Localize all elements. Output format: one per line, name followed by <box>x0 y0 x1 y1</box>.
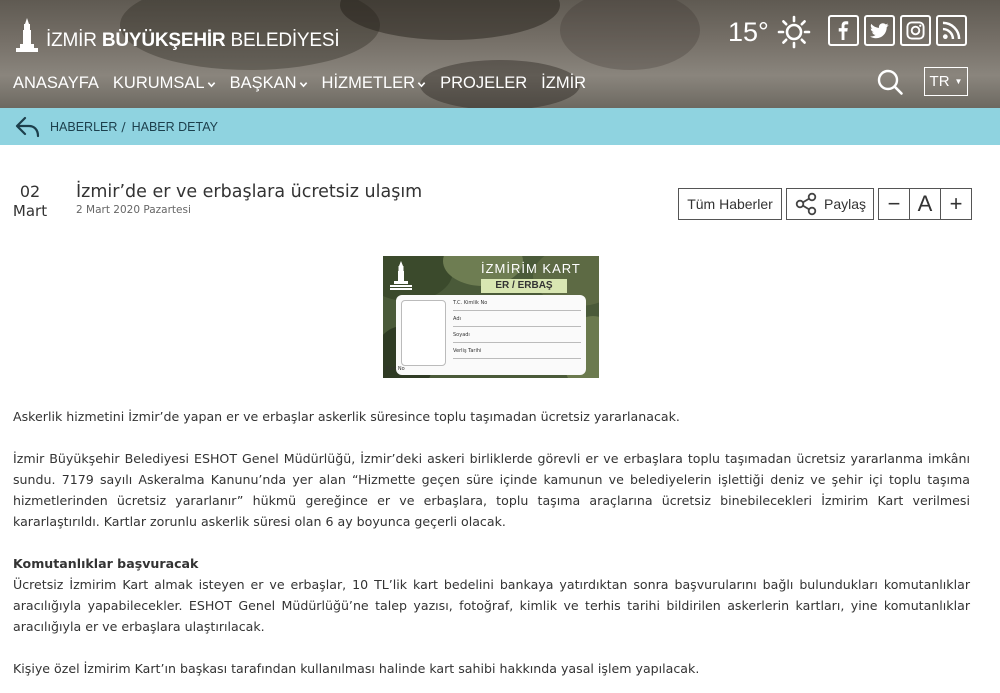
rss-link[interactable] <box>936 15 967 46</box>
twitter-link[interactable] <box>864 15 895 46</box>
sun-icon <box>777 15 811 49</box>
clock-tower-icon <box>390 261 412 290</box>
article-month: Mart <box>12 202 48 220</box>
instagram-icon <box>906 21 925 40</box>
chevron-down-icon <box>207 82 215 88</box>
main-nav: ANASAYFA KURUMSAL BAŞKAN HİZMETLER PROJE… <box>13 74 600 93</box>
breadcrumb-separator: / <box>121 119 126 134</box>
card-brand: İZMİRİM KART <box>481 261 581 276</box>
facebook-link[interactable] <box>828 15 859 46</box>
nav-item-kurumsal[interactable]: KURUMSAL <box>113 74 216 93</box>
chevron-down-icon <box>417 82 426 88</box>
font-decrease-button[interactable]: − <box>878 188 910 220</box>
chevron-down-icon <box>299 82 307 88</box>
card-panel: T.C. Kimlik No Adı Soyadı Verliş Tarihi <box>396 295 586 375</box>
caret-down-icon: ▼ <box>954 77 963 86</box>
nav-item-hizmetler[interactable]: HİZMETLER <box>322 74 427 93</box>
site-header: İZMİR BÜYÜKŞEHİR BELEDİYESİ 15° ANASAYFA… <box>0 0 1000 108</box>
share-button[interactable]: Paylaş <box>786 188 874 220</box>
facebook-icon <box>838 21 849 40</box>
breadcrumb: HABERLER / HABER DETAY <box>0 108 1000 145</box>
article-paragraph: İzmir Büyükşehir Belediyesi ESHOT Genel … <box>13 451 970 529</box>
breadcrumb-item-haberler[interactable]: HABERLER <box>50 120 117 134</box>
language-select[interactable]: TR ▼ <box>924 67 968 96</box>
card-type-banner: ER / ERBAŞ <box>481 279 567 293</box>
article-day: 02 <box>19 182 41 201</box>
all-news-button[interactable]: Tüm Haberler <box>678 188 782 220</box>
card-no-label: Kart No <box>386 366 405 372</box>
search-icon[interactable] <box>876 68 904 96</box>
article-paragraph: Askerlik hizmetini İzmir’de yapan er ve … <box>13 409 680 424</box>
temperature: 15° <box>728 16 769 47</box>
nav-item-anasayfa[interactable]: ANASAYFA <box>13 74 99 93</box>
card-field: Verliş Tarihi <box>453 345 581 359</box>
site-title: İZMİR BÜYÜKŞEHİR BELEDİYESİ <box>46 30 340 51</box>
back-arrow-icon[interactable] <box>15 115 41 139</box>
article-title: İzmir’de er ve erbaşlara ücretsiz ulaşım <box>76 182 423 202</box>
nav-item-projeler[interactable]: PROJELER <box>440 74 527 93</box>
article-paragraph: Kişiye özel İzmirim Kart’ın başkası tara… <box>13 661 700 676</box>
nav-item-izmir[interactable]: İZMİR <box>541 74 586 93</box>
article-paragraph: Ücretsiz İzmirim Kart almak isteyen er v… <box>13 577 970 634</box>
twitter-icon <box>870 23 889 39</box>
breadcrumb-item-current: HABER DETAY <box>131 119 218 134</box>
nav-item-baskan[interactable]: BAŞKAN <box>230 74 308 93</box>
font-reset-button[interactable]: A <box>909 188 941 220</box>
article-subheading: Komutanlıklar başvuracak <box>13 556 199 571</box>
card-field: Adı <box>453 313 581 327</box>
rss-icon <box>942 21 961 40</box>
clock-tower-icon <box>16 18 38 52</box>
share-icon <box>795 192 817 216</box>
font-increase-button[interactable]: + <box>940 188 972 220</box>
article-section: Komutanlıklar başvuracak Ücretsiz İzmiri… <box>13 553 970 637</box>
izmirim-kart-image: İZMİRİM KART ER / ERBAŞ T.C. Kimlik No A… <box>383 256 599 378</box>
share-label: Paylaş <box>823 196 867 212</box>
social-links <box>828 15 967 46</box>
card-photo-frame <box>401 300 446 366</box>
weather-widget: 15° <box>728 15 811 49</box>
site-logo[interactable]: İZMİR BÜYÜKŞEHİR BELEDİYESİ <box>14 16 340 52</box>
card-field: Soyadı <box>453 329 581 343</box>
card-field: T.C. Kimlik No <box>453 297 581 311</box>
article-date: 2 Mart 2020 Pazartesi <box>76 204 191 216</box>
header-background-shape <box>560 0 700 70</box>
instagram-link[interactable] <box>900 15 931 46</box>
